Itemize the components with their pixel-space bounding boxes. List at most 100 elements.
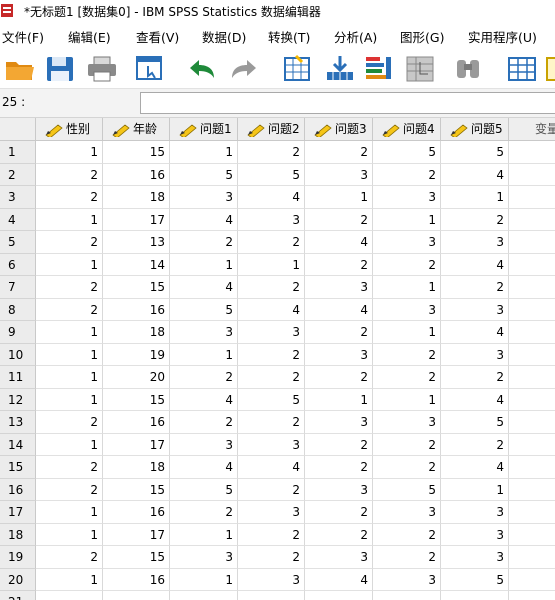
- data-cell[interactable]: 2: [36, 163, 103, 186]
- data-cell[interactable]: 3: [238, 433, 305, 456]
- goto-case-icon[interactable]: [282, 54, 314, 84]
- data-cell[interactable]: 1: [441, 186, 509, 209]
- empty-cell[interactable]: [509, 231, 555, 254]
- data-cell[interactable]: 4: [170, 276, 238, 299]
- variables-icon[interactable]: [362, 54, 394, 84]
- row-number[interactable]: 12: [0, 388, 36, 411]
- empty-cell[interactable]: [509, 253, 555, 276]
- data-cell[interactable]: 17: [103, 523, 170, 546]
- data-cell[interactable]: 3: [373, 568, 441, 591]
- data-cell[interactable]: 4: [305, 298, 373, 321]
- menu-utilities[interactable]: 实用程序(U): [468, 27, 537, 46]
- data-cell[interactable]: 3: [373, 231, 441, 254]
- row-number[interactable]: 2: [0, 163, 36, 186]
- data-cell[interactable]: 18: [103, 456, 170, 479]
- undo-icon[interactable]: [186, 54, 218, 84]
- data-cell[interactable]: 2: [305, 208, 373, 231]
- data-cell[interactable]: 4: [441, 321, 509, 344]
- data-cell[interactable]: 1: [170, 141, 238, 164]
- data-cell[interactable]: 5: [373, 141, 441, 164]
- empty-cell[interactable]: [509, 501, 555, 524]
- data-cell[interactable]: 15: [103, 141, 170, 164]
- data-cell[interactable]: 2: [238, 478, 305, 501]
- data-cell[interactable]: 15: [103, 276, 170, 299]
- data-cell[interactable]: 2: [441, 433, 509, 456]
- menu-graphs[interactable]: 图形(G): [400, 27, 444, 46]
- grid-corner[interactable]: [0, 118, 36, 141]
- data-cell[interactable]: 3: [373, 411, 441, 434]
- data-cell[interactable]: 1: [36, 433, 103, 456]
- data-cell[interactable]: 4: [170, 388, 238, 411]
- data-cell[interactable]: 2: [441, 276, 509, 299]
- empty-cell[interactable]: [509, 591, 555, 600]
- data-cell[interactable]: 2: [36, 478, 103, 501]
- empty-cell[interactable]: [509, 366, 555, 389]
- data-cell[interactable]: 2: [373, 343, 441, 366]
- data-cell[interactable]: 17: [103, 433, 170, 456]
- data-cell[interactable]: 3: [441, 231, 509, 254]
- column-header[interactable]: 问题3: [305, 118, 373, 141]
- empty-cell[interactable]: [103, 591, 170, 600]
- data-cell[interactable]: 2: [305, 501, 373, 524]
- data-cell[interactable]: 3: [305, 163, 373, 186]
- data-cell[interactable]: 2: [36, 298, 103, 321]
- data-cell[interactable]: 3: [441, 501, 509, 524]
- data-cell[interactable]: 2: [238, 366, 305, 389]
- data-cell[interactable]: 3: [441, 523, 509, 546]
- data-cell[interactable]: 1: [373, 321, 441, 344]
- data-cell[interactable]: 2: [238, 141, 305, 164]
- data-cell[interactable]: 2: [441, 366, 509, 389]
- column-header[interactable]: 问题1: [170, 118, 238, 141]
- data-cell[interactable]: 1: [441, 478, 509, 501]
- empty-cell[interactable]: [509, 321, 555, 344]
- data-cell[interactable]: 2: [170, 411, 238, 434]
- empty-cell[interactable]: [36, 591, 103, 600]
- data-cell[interactable]: 5: [441, 141, 509, 164]
- data-cell[interactable]: 5: [238, 388, 305, 411]
- data-cell[interactable]: 18: [103, 186, 170, 209]
- data-cell[interactable]: 5: [373, 478, 441, 501]
- data-cell[interactable]: 4: [441, 456, 509, 479]
- data-cell[interactable]: 3: [441, 298, 509, 321]
- empty-cell[interactable]: [509, 523, 555, 546]
- row-number[interactable]: 7: [0, 276, 36, 299]
- empty-cell[interactable]: [305, 591, 373, 600]
- data-cell[interactable]: 3: [170, 546, 238, 569]
- data-cell[interactable]: 4: [238, 456, 305, 479]
- data-cell[interactable]: 4: [305, 568, 373, 591]
- data-cell[interactable]: 1: [305, 388, 373, 411]
- data-cell[interactable]: 15: [103, 546, 170, 569]
- find-icon[interactable]: [452, 54, 484, 84]
- data-cell[interactable]: 1: [36, 366, 103, 389]
- data-cell[interactable]: 1: [170, 568, 238, 591]
- data-cell[interactable]: 16: [103, 568, 170, 591]
- menu-view[interactable]: 查看(V): [136, 27, 179, 46]
- data-cell[interactable]: 16: [103, 298, 170, 321]
- empty-cell[interactable]: [509, 298, 555, 321]
- data-cell[interactable]: 4: [238, 186, 305, 209]
- row-number[interactable]: 10: [0, 343, 36, 366]
- data-cell[interactable]: 1: [305, 186, 373, 209]
- data-cell[interactable]: 1: [36, 253, 103, 276]
- empty-cell[interactable]: [509, 208, 555, 231]
- data-cell[interactable]: 2: [36, 231, 103, 254]
- menu-transform[interactable]: 转换(T): [268, 27, 310, 46]
- empty-cell[interactable]: [238, 591, 305, 600]
- empty-cell[interactable]: [170, 591, 238, 600]
- data-cell[interactable]: 2: [238, 276, 305, 299]
- data-cell[interactable]: 1: [170, 523, 238, 546]
- data-cell[interactable]: 4: [441, 163, 509, 186]
- data-cell[interactable]: 2: [373, 163, 441, 186]
- data-cell[interactable]: 1: [36, 343, 103, 366]
- data-cell[interactable]: 2: [305, 523, 373, 546]
- data-cell[interactable]: 1: [36, 141, 103, 164]
- empty-cell[interactable]: [509, 411, 555, 434]
- data-cell[interactable]: 2: [441, 208, 509, 231]
- data-cell[interactable]: 2: [373, 523, 441, 546]
- empty-cell[interactable]: [509, 141, 555, 164]
- data-cell[interactable]: 15: [103, 478, 170, 501]
- insert-cases-icon[interactable]: [506, 54, 538, 84]
- empty-cell[interactable]: [509, 343, 555, 366]
- data-cell[interactable]: 5: [441, 411, 509, 434]
- data-cell[interactable]: 2: [238, 411, 305, 434]
